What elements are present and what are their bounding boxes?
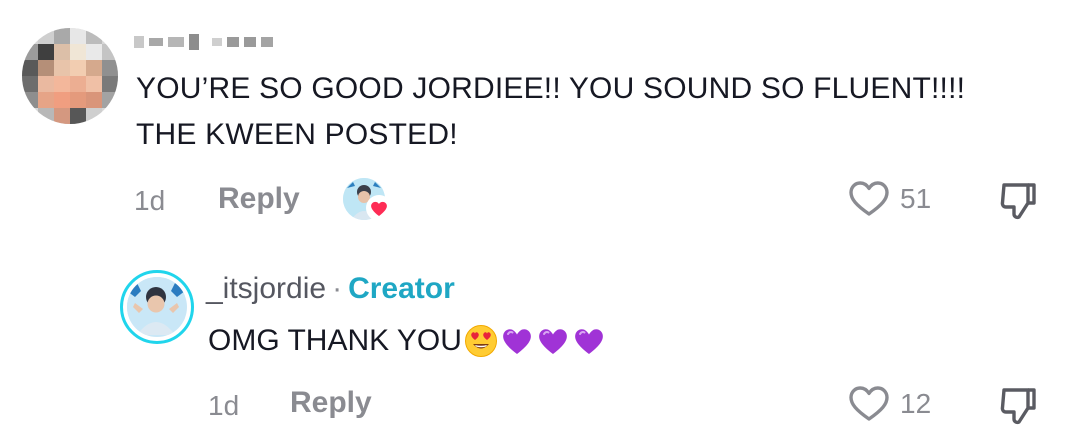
purple-heart-emoji-icon	[503, 329, 531, 354]
comment-timestamp: 1d	[134, 185, 166, 216]
reply-like-button[interactable]: 12	[848, 385, 931, 423]
dislike-icon[interactable]	[998, 180, 1038, 222]
creator-badge: Creator	[348, 272, 455, 305]
heart-outline-icon	[849, 386, 889, 421]
separator-dot: ·	[332, 272, 343, 305]
reply-like-count: 12	[900, 388, 932, 419]
reply-text-content: OMG THANK YOU	[208, 324, 462, 357]
reply-timestamp: 1d	[208, 390, 240, 421]
creator-liked-heart-icon	[366, 195, 392, 221]
reply-header: _itsjordie · Creator	[206, 272, 455, 306]
comment-reply-button[interactable]: Reply	[218, 182, 300, 216]
heart-outline-icon	[849, 181, 889, 216]
comment-text-line-1: YOU’RE SO GOOD JORDIEE!! YOU SOUND SO FL…	[136, 72, 966, 105]
reply-text: OMG THANK YOU	[208, 318, 606, 364]
commenter-avatar[interactable]	[22, 28, 118, 124]
reply-username[interactable]: _itsjordie	[206, 272, 326, 306]
comment-text-line-2: THE KWEEN POSTED!	[136, 118, 458, 151]
comment-like-button[interactable]: 51	[848, 180, 931, 218]
purple-heart-emoji-icon	[575, 329, 603, 354]
creator-avatar[interactable]	[120, 270, 194, 344]
comment-like-count: 51	[900, 183, 932, 214]
creator-avatar-image	[127, 277, 185, 335]
purple-heart-emoji-icon	[539, 329, 567, 354]
reply-reply-button[interactable]: Reply	[290, 386, 372, 420]
comment-text: YOU’RE SO GOOD JORDIEE!! YOU SOUND SO FL…	[136, 66, 965, 158]
heart-eyes-emoji-icon	[464, 325, 497, 357]
dislike-icon[interactable]	[998, 385, 1038, 427]
obscured-name-blocks	[134, 34, 273, 50]
